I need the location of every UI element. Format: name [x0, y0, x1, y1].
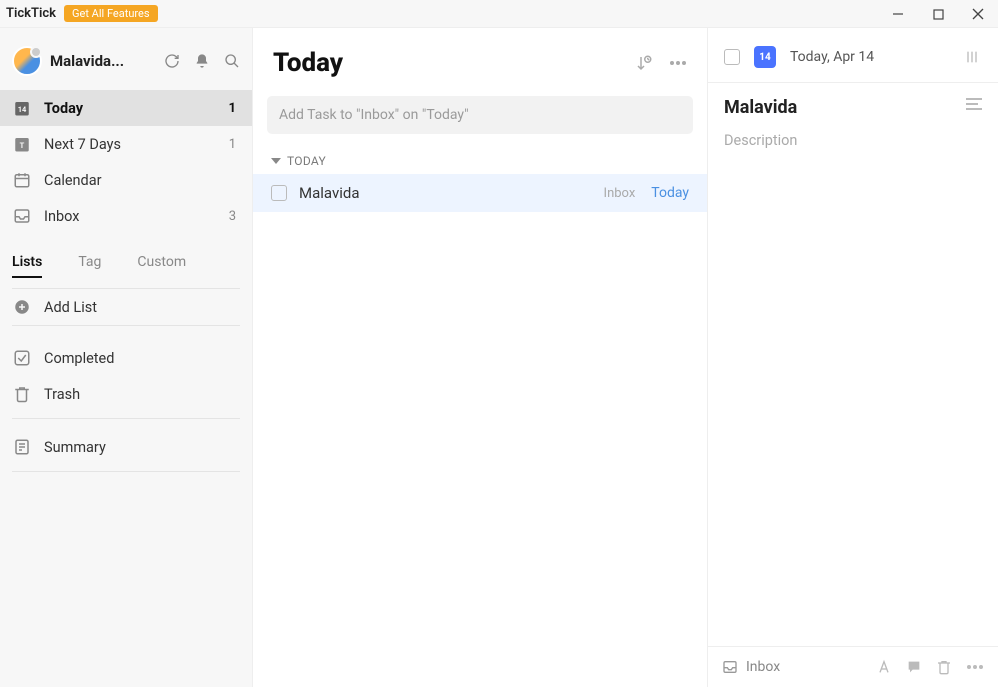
nav-label: Completed	[44, 350, 236, 367]
sidebar-tabs: Lists Tag Custom	[12, 240, 240, 288]
nav-count: 1	[229, 101, 236, 116]
nav-count: 1	[229, 137, 236, 152]
add-task-input[interactable]: Add Task to "Inbox" on "Today"	[267, 96, 693, 134]
footer-list-label: Inbox	[746, 659, 780, 675]
search-icon[interactable]	[224, 53, 240, 69]
task-date: Today	[651, 185, 689, 201]
tab-lists[interactable]: Lists	[12, 254, 42, 278]
summary-icon	[12, 437, 32, 457]
profile-name: Malavida...	[50, 52, 156, 70]
nav-trash[interactable]: Trash	[0, 376, 252, 412]
nav-count: 3	[229, 209, 236, 224]
divider	[12, 418, 240, 419]
add-task-placeholder: Add Task to "Inbox" on "Today"	[279, 107, 469, 123]
tab-tags[interactable]: Tag	[78, 254, 101, 278]
notifications-icon[interactable]	[194, 53, 210, 69]
svg-text:T: T	[20, 141, 25, 150]
tab-custom[interactable]: Custom	[137, 254, 186, 278]
nav-calendar[interactable]: Calendar	[0, 162, 252, 198]
section-header[interactable]: TODAY	[253, 144, 707, 174]
section-label: TODAY	[287, 154, 326, 168]
nav-label: Today	[44, 100, 217, 117]
calendar-week-icon: T	[12, 134, 32, 154]
priority-icon[interactable]	[964, 49, 980, 65]
avatar	[12, 46, 42, 76]
calendar-date-icon[interactable]: 14	[754, 46, 776, 68]
nav-today[interactable]: 14 Today 1	[0, 90, 252, 126]
plus-circle-icon	[12, 297, 32, 317]
detail-date[interactable]: Today, Apr 14	[790, 49, 950, 65]
detail-description[interactable]: Description	[708, 132, 998, 149]
add-list-label: Add List	[44, 299, 236, 316]
nav-next7days[interactable]: T Next 7 Days 1	[0, 126, 252, 162]
view-title: Today	[273, 48, 635, 78]
outline-toggle-icon[interactable]	[966, 97, 982, 111]
detail-title[interactable]: Malavida	[724, 97, 966, 118]
divider	[12, 325, 240, 326]
nav-label: Summary	[44, 439, 236, 456]
inbox-icon	[722, 659, 738, 675]
task-detail-panel: 14 Today, Apr 14 Malavida Description In…	[708, 28, 998, 687]
check-square-icon	[12, 348, 32, 368]
move-to-list-button[interactable]: Inbox	[722, 659, 866, 675]
nav-summary[interactable]: Summary	[0, 429, 252, 465]
sync-icon[interactable]	[164, 53, 180, 69]
nav-label: Calendar	[44, 172, 224, 189]
svg-text:14: 14	[18, 105, 27, 114]
trash-icon	[12, 384, 32, 404]
chevron-down-icon	[271, 156, 281, 166]
task-list-panel: Today Add Task to "Inbox" on "Today" TOD…	[253, 28, 708, 687]
nav-label: Trash	[44, 386, 236, 403]
premium-badge[interactable]: Get All Features	[64, 5, 158, 22]
detail-checkbox[interactable]	[724, 49, 740, 65]
titlebar: TickTick Get All Features	[0, 0, 998, 28]
comment-icon[interactable]	[906, 659, 922, 675]
calendar-icon	[12, 170, 32, 190]
minimize-button[interactable]	[878, 0, 918, 28]
delete-icon[interactable]	[936, 659, 952, 675]
profile-row[interactable]: Malavida...	[0, 40, 252, 90]
more-icon[interactable]	[966, 659, 984, 675]
add-list-button[interactable]: Add List	[0, 289, 252, 325]
close-button[interactable]	[958, 0, 998, 28]
task-title: Malavida	[299, 184, 592, 202]
task-row[interactable]: Malavida Inbox Today	[253, 174, 707, 212]
app-name: TickTick	[6, 6, 56, 21]
nav-completed[interactable]: Completed	[0, 340, 252, 376]
more-icon[interactable]	[669, 60, 687, 66]
nav-label: Inbox	[44, 208, 217, 225]
task-list-label: Inbox	[604, 186, 636, 201]
text-style-icon[interactable]	[876, 659, 892, 675]
maximize-button[interactable]	[918, 0, 958, 28]
detail-footer: Inbox	[708, 646, 998, 687]
sidebar: Malavida... 14 Today 1 T	[0, 28, 253, 687]
nav-label: Next 7 Days	[44, 136, 217, 153]
calendar-today-icon: 14	[12, 98, 32, 118]
inbox-icon	[12, 206, 32, 226]
divider	[12, 471, 240, 472]
sort-icon[interactable]	[635, 54, 653, 72]
task-checkbox[interactable]	[271, 185, 287, 201]
nav-inbox[interactable]: Inbox 3	[0, 198, 252, 234]
window-controls	[878, 0, 998, 28]
